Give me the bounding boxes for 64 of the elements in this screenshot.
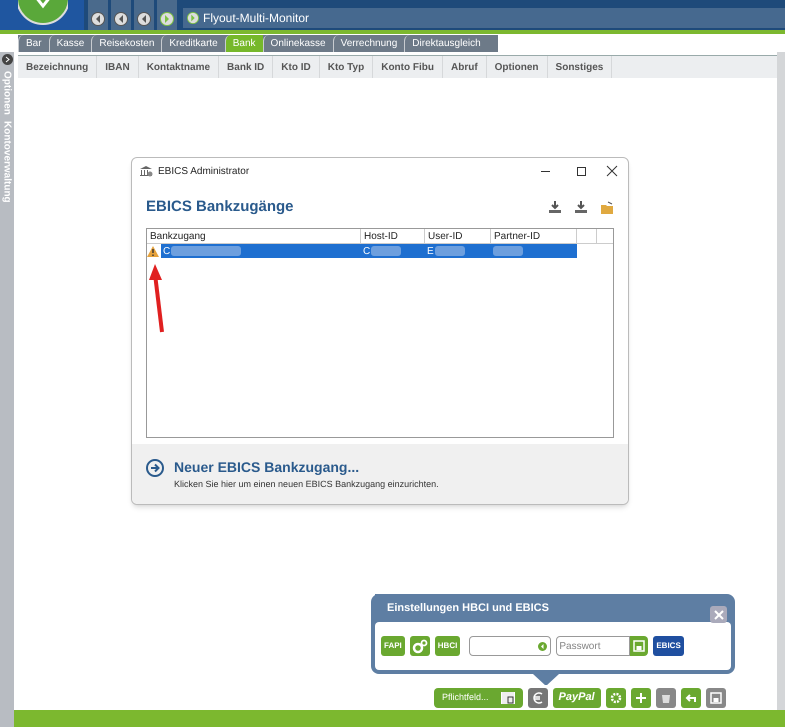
tab[interactable]: Direktausgleich [404, 35, 488, 52]
gears-icon [412, 638, 428, 654]
folder-icon[interactable] [600, 200, 614, 214]
save-icon [710, 692, 722, 704]
settings-icon [608, 690, 623, 704]
back-button[interactable] [137, 12, 151, 26]
password-input[interactable]: Passwort [556, 636, 630, 656]
table-cell-text: E [427, 244, 434, 258]
column-header[interactable]: Kto Typ [320, 56, 374, 78]
euro-icon [532, 692, 544, 704]
download-icon[interactable] [548, 200, 562, 214]
column-header[interactable]: Kto ID [273, 56, 320, 78]
column-header[interactable]: User-ID [425, 229, 491, 243]
download-icon[interactable] [574, 200, 588, 214]
trash-button[interactable] [656, 688, 676, 708]
close-icon [714, 610, 724, 620]
new-access-link[interactable]: Neuer EBICS Bankzugang... [174, 457, 360, 478]
input-field[interactable] [469, 636, 552, 656]
column-header[interactable]: Konto Fibu [373, 56, 443, 78]
add-button[interactable] [630, 688, 651, 708]
column-header[interactable]: Bankzugang [147, 229, 361, 243]
blurred-text [434, 246, 465, 256]
forward-button[interactable] [160, 12, 174, 26]
hint-text: Klicken Sie hier um einen neuen EBICS Bankzugang einzurichten. [174, 478, 440, 491]
tab[interactable]: Bar [18, 35, 49, 52]
arrow-right-icon [146, 458, 164, 476]
table-cell-text: C [163, 244, 170, 258]
settings-button[interactable] [606, 688, 626, 708]
undo-button[interactable] [680, 688, 701, 708]
tab[interactable]: Kasse [48, 35, 92, 52]
bank-icon [139, 165, 153, 177]
tab[interactable]: Reisekosten [91, 35, 162, 52]
column-header[interactable]: Optionen [486, 56, 548, 78]
back-button[interactable] [114, 12, 128, 26]
blurred-text [371, 246, 402, 256]
euro-button[interactable] [528, 688, 548, 708]
dialog-title: EBICS Administrator [158, 164, 250, 178]
close-button[interactable] [606, 165, 618, 177]
column-header[interactable]: Kontaktname [138, 56, 220, 78]
back-button[interactable] [91, 12, 105, 26]
column-header[interactable]: Abruf [442, 56, 487, 78]
save-button[interactable] [630, 636, 648, 656]
column-header[interactable]: Bezeichnung [18, 56, 98, 78]
column-header[interactable]: Host-ID [361, 229, 425, 243]
ebics-button[interactable]: EBICS [653, 636, 684, 656]
undo-icon [684, 692, 697, 704]
tab[interactable]: Verrechnung [332, 35, 404, 52]
arrow-left-icon[interactable] [538, 642, 548, 650]
save-button[interactable] [706, 688, 726, 708]
add-icon [634, 692, 647, 704]
table-cell-text: C [363, 244, 370, 258]
dialog-heading: EBICS Bankzugänge [146, 196, 294, 217]
tab[interactable]: Onlinekasse [262, 35, 333, 52]
blurred-text [171, 246, 242, 256]
scrollbar[interactable] [777, 52, 785, 710]
column-header[interactable]: IBAN [97, 56, 139, 78]
forward-icon [187, 12, 199, 24]
column-header[interactable]: Bank ID [219, 56, 274, 78]
gears-button[interactable] [410, 636, 430, 656]
window-title: Flyout-Multi-Monitor [203, 10, 310, 27]
blurred-text [493, 246, 523, 256]
column-header[interactable]: Partner-ID [491, 229, 577, 243]
column-header[interactable]: Sonstiges [548, 56, 612, 78]
expand-icon[interactable] [2, 54, 12, 65]
